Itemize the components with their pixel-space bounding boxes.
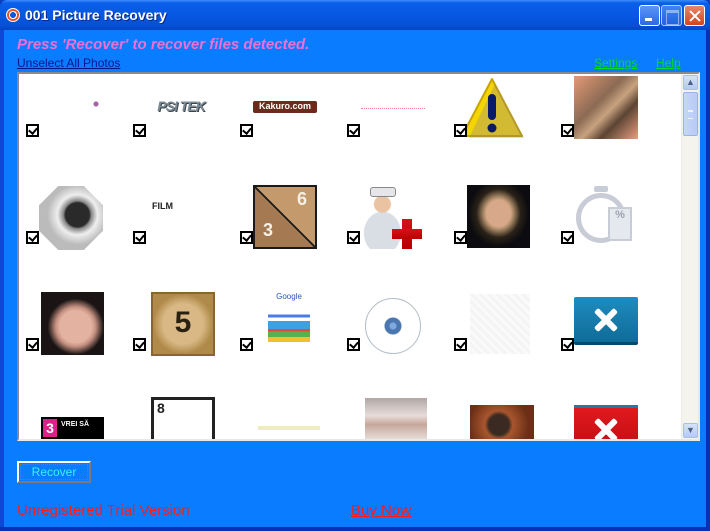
woman-selfie-photo: [41, 292, 104, 355]
stopwatch-percent-icon-image: %: [574, 185, 638, 249]
film-text-image: FILM: [152, 201, 173, 211]
buy-now-link[interactable]: Buy Now: [351, 502, 411, 519]
maximize-button[interactable]: [661, 5, 682, 26]
red-cross-horizontal: [392, 229, 422, 239]
minimize-button[interactable]: [639, 5, 660, 26]
photo-item[interactable]: [340, 74, 447, 181]
photo-item[interactable]: FILM: [126, 181, 233, 288]
flower-outline-image: [365, 298, 421, 354]
app-window: 001 Picture Recovery Press 'Recover' to …: [0, 0, 710, 531]
photo-item[interactable]: 3 VREI SĂ: [19, 395, 126, 439]
number-five-tile-image: 5: [151, 292, 215, 356]
yellow-bar-image: [258, 426, 320, 430]
photo-checkbox[interactable]: [26, 231, 39, 244]
doctor-cap-shape: [370, 187, 396, 197]
photo-checkbox[interactable]: [347, 231, 360, 244]
photo-item[interactable]: 6 3: [233, 181, 340, 288]
window-title: 001 Picture Recovery: [25, 7, 167, 23]
photo-checkbox[interactable]: [240, 231, 253, 244]
photo-checkbox[interactable]: [240, 338, 253, 351]
photo-item[interactable]: [447, 181, 554, 288]
photo-item[interactable]: [19, 288, 126, 395]
window-frame-bottom: [0, 527, 710, 531]
photo-item[interactable]: Google: [233, 288, 340, 395]
instruction-headline: Press 'Recover' to recover files detecte…: [17, 36, 310, 53]
soccer-ball-image: [39, 186, 103, 250]
photo-checkbox[interactable]: [133, 338, 146, 351]
photo-checkbox[interactable]: [561, 338, 574, 351]
photo-item[interactable]: [447, 74, 554, 181]
vertical-scrollbar[interactable]: ▲ ▼: [681, 74, 698, 439]
banner-three-badge: 3: [43, 419, 57, 437]
banner-text: VREI SĂ: [61, 421, 90, 428]
psitek-logo-image: PSI TEK: [157, 98, 205, 114]
orangutan-photo: [470, 405, 534, 439]
percent-document: %: [608, 207, 632, 241]
vrei-sa-banner-image: 3 VREI SĂ: [41, 417, 104, 439]
title-bar[interactable]: 001 Picture Recovery: [0, 0, 710, 30]
window-frame-right: [706, 30, 710, 531]
kakuro-number-six: 6: [296, 189, 307, 209]
photo-checkbox[interactable]: [561, 124, 574, 137]
photo-checkbox[interactable]: [26, 338, 39, 351]
client-area: Press 'Recover' to recover files detecte…: [4, 30, 706, 527]
woman-portrait-photo: [467, 185, 530, 248]
dotted-line-image: [361, 108, 425, 110]
photo-item[interactable]: [340, 395, 447, 439]
photo-item[interactable]: [447, 288, 554, 395]
photo-item[interactable]: 8: [126, 395, 233, 439]
scroll-up-button[interactable]: ▲: [683, 75, 698, 90]
recover-button[interactable]: Recover: [17, 461, 91, 483]
photo-item[interactable]: [554, 74, 661, 181]
stopwatch-crown: [594, 186, 608, 192]
trial-version-label: Unregistered Trial Version: [17, 502, 190, 519]
photo-checkbox[interactable]: [347, 338, 360, 351]
photo-grid: PSI TEK Kakuro.com FILM 6 3 % 5 Google 3…: [19, 74, 681, 439]
lifebuoy-icon: [6, 8, 20, 22]
photo-checkbox[interactable]: [454, 338, 467, 351]
scrollbar-thumb[interactable]: [683, 92, 698, 136]
kakuro-number-three: 3: [263, 220, 274, 240]
photo-item[interactable]: Kakuro.com: [233, 74, 340, 181]
photo-checkbox[interactable]: [240, 124, 253, 137]
photo-item[interactable]: %: [554, 181, 661, 288]
photo-item[interactable]: [340, 288, 447, 395]
google-collage-image: Google: [268, 292, 310, 356]
tiny-purple-dot-image: [90, 98, 102, 110]
photo-item[interactable]: [19, 74, 126, 181]
red-x-button-image: [574, 405, 638, 439]
sudoku-eight-tile-image: 8: [151, 397, 215, 439]
lizard-photo: [574, 76, 638, 139]
warning-triangle-image: [461, 78, 524, 138]
unselect-all-photos-link[interactable]: Unselect All Photos: [17, 56, 120, 70]
photo-checkbox[interactable]: [26, 124, 39, 137]
photo-item[interactable]: [340, 181, 447, 288]
chest-photo: [365, 398, 427, 439]
kakuro-tile-image: 6 3: [253, 185, 317, 249]
photo-item[interactable]: [233, 395, 340, 439]
faint-texture-image: [470, 294, 530, 354]
photo-item[interactable]: [554, 288, 661, 395]
photo-item[interactable]: 5: [126, 288, 233, 395]
scroll-down-button[interactable]: ▼: [683, 423, 698, 438]
photo-item[interactable]: [19, 181, 126, 288]
photo-item[interactable]: [554, 395, 661, 439]
photo-checkbox[interactable]: [347, 124, 360, 137]
settings-link[interactable]: Settings: [594, 56, 637, 70]
photo-checkbox[interactable]: [133, 231, 146, 244]
photo-checkbox[interactable]: [454, 124, 467, 137]
doctor-cross-icon-image: [360, 185, 424, 249]
blue-x-button-image: [574, 297, 638, 345]
photo-checkbox[interactable]: [561, 231, 574, 244]
photo-checkbox[interactable]: [133, 124, 146, 137]
photo-gallery: PSI TEK Kakuro.com FILM 6 3 % 5 Google 3…: [17, 72, 700, 441]
photo-checkbox[interactable]: [454, 231, 467, 244]
photo-item[interactable]: [447, 395, 554, 439]
kakuro-logo-image: Kakuro.com: [253, 101, 317, 113]
help-link[interactable]: Help: [656, 56, 681, 70]
close-button[interactable]: [684, 5, 705, 26]
photo-item[interactable]: PSI TEK: [126, 74, 233, 181]
